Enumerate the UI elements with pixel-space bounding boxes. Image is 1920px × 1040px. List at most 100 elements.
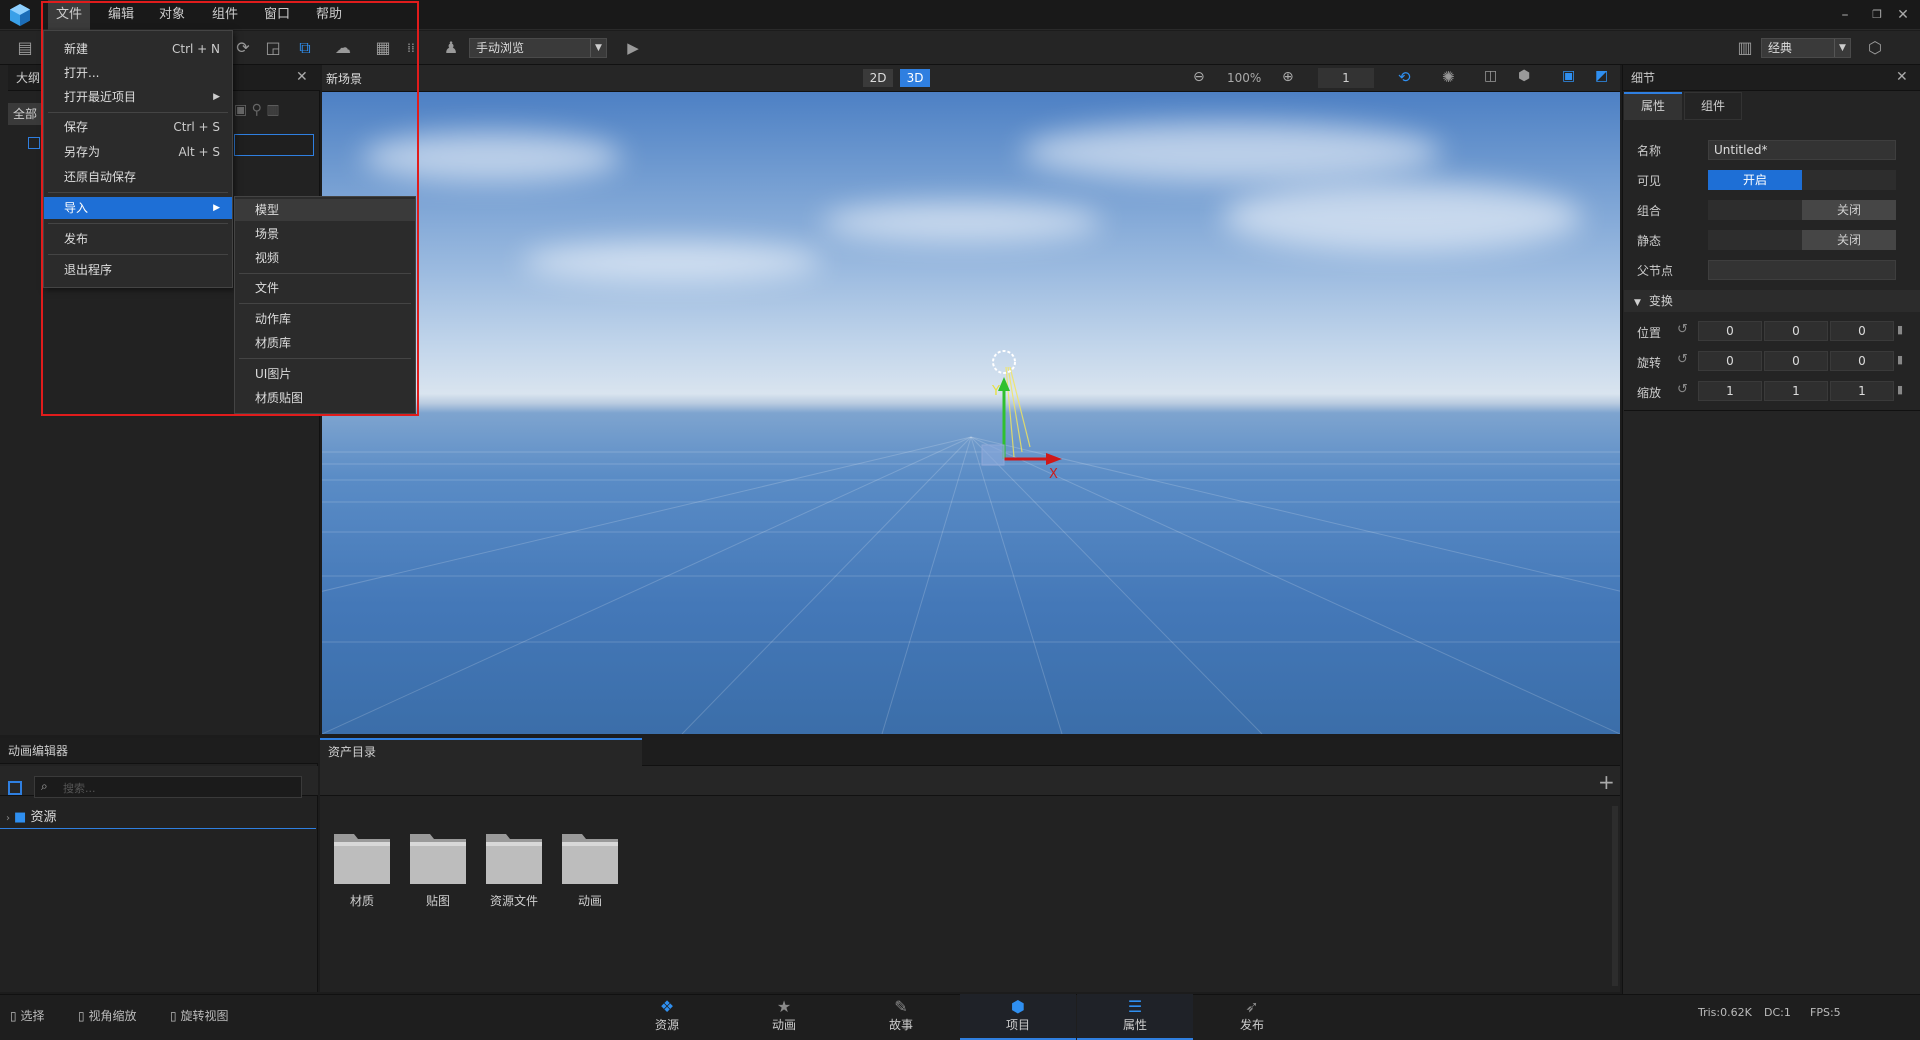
nav-label: 动画 bbox=[771, 1018, 796, 1032]
new-file-icon[interactable]: ▤ bbox=[14, 37, 36, 59]
rotation-z[interactable]: 0 bbox=[1830, 351, 1894, 371]
folder-label[interactable]: 贴图 bbox=[408, 892, 468, 909]
zoom-out-icon[interactable]: ⊖ bbox=[1193, 69, 1205, 85]
asset-search-input[interactable]: ⌕ 搜索... bbox=[34, 776, 302, 798]
minimize-button[interactable]: – bbox=[1836, 6, 1854, 24]
person-camera-icon[interactable]: ♟ bbox=[440, 37, 462, 59]
scrollbar[interactable] bbox=[1612, 806, 1618, 986]
mouse-icon: ▯ bbox=[10, 1009, 17, 1023]
axis-x-label: X bbox=[1049, 467, 1058, 482]
parent-field[interactable] bbox=[1708, 260, 1896, 280]
rotation-label: 旋转 bbox=[1637, 356, 1662, 370]
folder-label[interactable]: 材质 bbox=[332, 892, 392, 909]
close-window-button[interactable]: ✕ bbox=[1894, 6, 1912, 24]
lock-icon[interactable]: ▮ bbox=[1897, 323, 1903, 336]
settings-hex-icon[interactable]: ⬡ bbox=[1864, 37, 1886, 59]
project-icon: ⬢ bbox=[1011, 997, 1025, 1016]
mode-2d-toggle[interactable]: 2D bbox=[863, 69, 893, 87]
rotation-y[interactable]: 0 bbox=[1764, 351, 1828, 371]
story-wand-icon: ✎ bbox=[894, 997, 908, 1016]
tree-root-resources[interactable]: › ■ 资源 bbox=[0, 807, 316, 829]
divider bbox=[1624, 410, 1920, 411]
mouse-select-hint: ▯ 选择 bbox=[10, 1007, 44, 1024]
close-icon[interactable]: ✕ bbox=[1896, 69, 1908, 85]
refresh-view-icon[interactable]: ⟲ bbox=[1398, 68, 1411, 86]
scale-y[interactable]: 1 bbox=[1764, 381, 1828, 401]
light-settings-icon[interactable]: ✺ bbox=[1442, 68, 1455, 86]
layout-icon[interactable]: ▥ bbox=[1734, 37, 1756, 59]
reset-icon[interactable]: ↺ bbox=[1677, 382, 1688, 397]
restore-button[interactable]: ❐ bbox=[1868, 6, 1886, 24]
tab-properties[interactable]: 属性 bbox=[1624, 92, 1682, 120]
mode-3d-toggle[interactable]: 3D bbox=[900, 69, 930, 87]
lock-icon[interactable]: ▮ bbox=[1897, 353, 1903, 366]
details-header: 细节 bbox=[1623, 65, 1920, 91]
nav-animation[interactable]: ★ 动画 bbox=[726, 994, 842, 1040]
folder-icon[interactable] bbox=[560, 828, 620, 886]
outline-tab[interactable]: 大纲 bbox=[16, 71, 40, 85]
draw-call-count: DC:1 bbox=[1764, 1006, 1791, 1019]
nav-properties[interactable]: ☰ 属性 bbox=[1077, 994, 1193, 1040]
search-placeholder: 搜索... bbox=[63, 782, 96, 795]
position-label: 位置 bbox=[1637, 326, 1662, 340]
scale-x[interactable]: 1 bbox=[1698, 381, 1762, 401]
static-off: 关闭 bbox=[1802, 230, 1896, 250]
stats-icon[interactable]: ◩ bbox=[1595, 68, 1608, 84]
assets-tab[interactable]: 资产目录 bbox=[320, 738, 642, 766]
visible-on: 开启 bbox=[1708, 170, 1802, 190]
filter-all-button[interactable]: 全部 bbox=[8, 103, 42, 125]
cube-icon[interactable]: ⬢ bbox=[1518, 68, 1530, 84]
scene-viewport[interactable]: Y X bbox=[322, 92, 1620, 734]
visible-toggle[interactable]: 开启 bbox=[1708, 170, 1896, 190]
position-y[interactable]: 0 bbox=[1764, 321, 1828, 341]
app-logo-icon bbox=[10, 4, 30, 26]
transform-gizmo[interactable] bbox=[952, 347, 1072, 487]
zoom-in-icon[interactable]: ⊕ bbox=[1282, 69, 1294, 85]
nav-story[interactable]: ✎ 故事 bbox=[843, 994, 959, 1040]
zoom-level: 100% bbox=[1227, 71, 1262, 85]
animation-editor-header: 动画编辑器 bbox=[0, 738, 318, 764]
details-title: 细节 bbox=[1631, 71, 1656, 85]
folder-icon[interactable] bbox=[332, 828, 392, 886]
tab-components[interactable]: 组件 bbox=[1684, 92, 1742, 120]
rotation-x[interactable]: 0 bbox=[1698, 351, 1762, 371]
highlight-frame bbox=[41, 1, 419, 416]
parent-label: 父节点 bbox=[1637, 264, 1674, 278]
visible-label: 可见 bbox=[1637, 174, 1662, 188]
layout-value: 经典 bbox=[1768, 41, 1793, 55]
lock-icon[interactable]: ▮ bbox=[1897, 383, 1903, 396]
animation-icon: ★ bbox=[776, 997, 792, 1016]
nav-project[interactable]: ⬢ 项目 bbox=[960, 994, 1076, 1040]
scale-label: 缩放 bbox=[1637, 386, 1662, 400]
position-x[interactable]: 0 bbox=[1698, 321, 1762, 341]
name-field[interactable]: Untitled* bbox=[1708, 140, 1896, 160]
transform-section[interactable]: ▼ 变换 bbox=[1624, 290, 1920, 312]
reset-icon[interactable]: ↺ bbox=[1677, 352, 1688, 367]
nav-label: 发布 bbox=[1239, 1018, 1264, 1032]
mouse-icon: ▯ bbox=[78, 1009, 85, 1023]
group-toggle[interactable]: 关闭 bbox=[1708, 200, 1896, 220]
chevron-down-icon: ▼ bbox=[590, 39, 606, 57]
rotate-hint-label: 旋转视图 bbox=[180, 1009, 229, 1023]
camera-mode-select[interactable]: 手动浏览 ▼ bbox=[469, 38, 607, 58]
folder-icon[interactable] bbox=[484, 828, 544, 886]
position-z[interactable]: 0 bbox=[1830, 321, 1894, 341]
folder-label[interactable]: 动画 bbox=[560, 892, 620, 909]
frame-input[interactable]: 1 bbox=[1318, 68, 1374, 88]
toggle-tree-icon[interactable] bbox=[8, 781, 22, 795]
folder-icon: ■ bbox=[14, 810, 27, 825]
layout-select[interactable]: 经典 ▼ bbox=[1761, 38, 1851, 58]
scene-node-icon[interactable] bbox=[28, 137, 40, 149]
camera-icon[interactable]: ◫ bbox=[1484, 68, 1497, 84]
lock-view-icon[interactable]: ▣ bbox=[1562, 68, 1575, 84]
add-icon[interactable]: + bbox=[1598, 770, 1615, 794]
folder-icon[interactable] bbox=[408, 828, 468, 886]
scale-z[interactable]: 1 bbox=[1830, 381, 1894, 401]
nav-publish[interactable]: ➶ 发布 bbox=[1194, 994, 1310, 1040]
folder-label[interactable]: 资源文件 bbox=[479, 892, 549, 909]
nav-resources[interactable]: ❖ 资源 bbox=[609, 994, 725, 1040]
group-label: 组合 bbox=[1637, 204, 1662, 218]
play-icon[interactable]: ▶ bbox=[622, 37, 644, 59]
static-toggle[interactable]: 关闭 bbox=[1708, 230, 1896, 250]
reset-icon[interactable]: ↺ bbox=[1677, 322, 1688, 337]
